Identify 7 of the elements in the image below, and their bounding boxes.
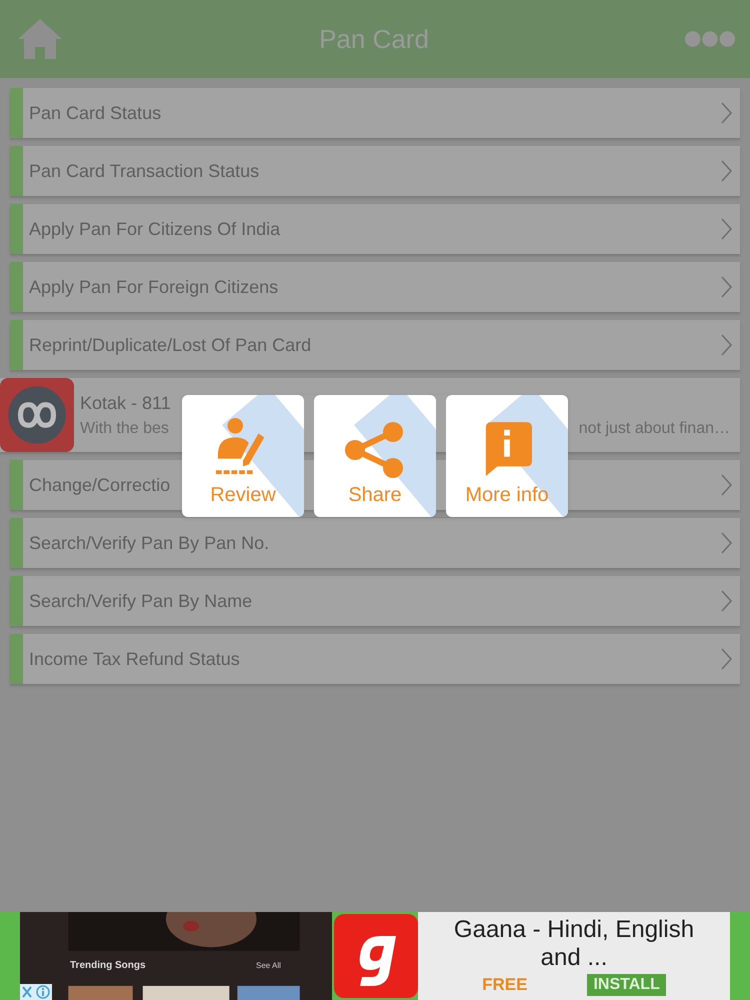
price-label: FREE bbox=[482, 975, 528, 995]
ad-description: not just about finan… bbox=[578, 420, 730, 438]
ad-title: Kotak - 811 bbox=[80, 392, 172, 414]
see-all-link: See All bbox=[256, 961, 281, 970]
section-title: Trending Songs bbox=[70, 960, 146, 971]
app-title: Gaana - Hindi, English and ... bbox=[452, 916, 696, 972]
ad-description: With the bes bbox=[80, 420, 169, 438]
